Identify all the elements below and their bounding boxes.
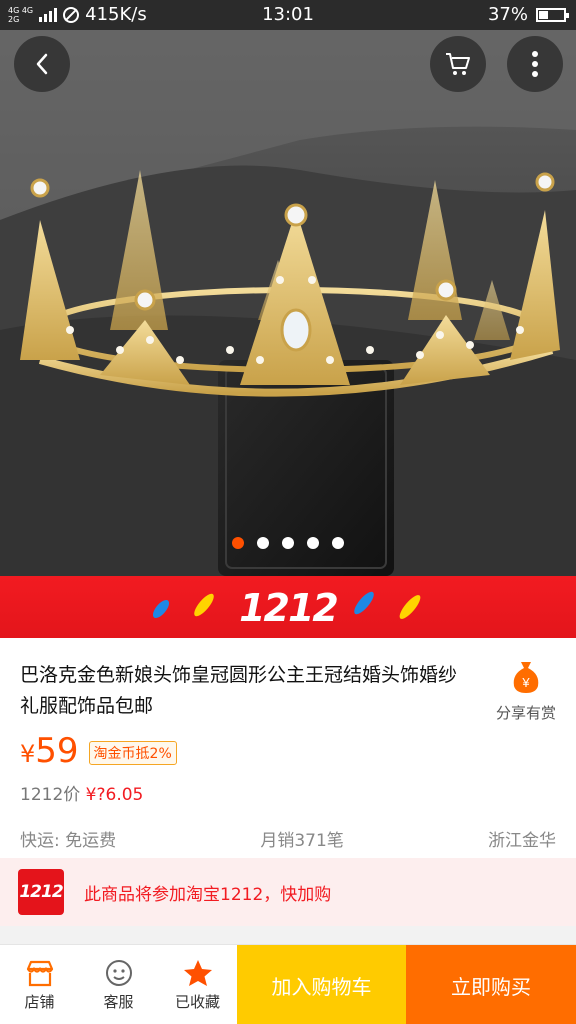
cart-button[interactable] [430,36,486,92]
battery-fill [539,10,548,19]
gallery-pagination [0,537,576,549]
gallery-dot[interactable] [232,537,244,549]
price-row: ¥59 淘金币抵2% [20,730,177,775]
currency-symbol: ¥ [20,740,36,768]
product-image-gallery[interactable] [0,30,576,576]
current-price: ¥59 [20,730,79,775]
shop-label: 店铺 [24,992,55,1011]
crown-product-image [0,30,576,576]
gallery-dot[interactable] [332,537,344,549]
customer-service-button[interactable]: 客服 [79,945,158,1024]
buy-now-button[interactable]: 立即购买 [406,945,576,1024]
price-value: 59 [35,731,79,771]
customer-service-icon [105,959,132,986]
favorite-button[interactable]: 已收藏 [158,945,237,1024]
promo-1212-banner[interactable]: 1212 [0,576,576,638]
gallery-dot[interactable] [307,537,319,549]
coin-discount-tag: 淘金币抵2% [88,740,177,765]
star-icon [183,959,212,986]
promo-text: 此商品将参加淘宝1212，快加购 [84,884,332,905]
back-arrow-icon [36,53,48,75]
shipping-info: 快运: 免运费 [20,831,117,851]
customer-service-label: 客服 [103,992,134,1011]
shop-button[interactable]: 店铺 [0,945,79,1024]
event-price-label: 1212价 [20,785,81,805]
event-price-value: ¥?6.05 [85,785,144,805]
money-bag-icon: ¥ [513,662,539,693]
favorite-label: 已收藏 [174,992,220,1011]
status-bar: 4G 4G 2G 415K/s 13:01 37% [0,0,576,30]
ship-from-location: 浙江金华 [488,831,556,851]
promo-1212-badge: 1212 [18,869,64,915]
feather-decoration [351,589,377,617]
more-vertical-icon [532,51,538,77]
shop-icon [26,960,53,986]
product-info-card: 巴洛克金色新娘头饰皇冠圆形公主王冠结婚头饰婚纱礼服配饰品包邮 ¥ 分享有赏 ¥5… [0,638,576,858]
monthly-sales: 月销371笔 [260,831,344,851]
battery-icon [536,7,569,22]
product-title: 巴洛克金色新娘头饰皇冠圆形公主王冠结婚头饰婚纱礼服配饰品包邮 [20,664,458,717]
more-button[interactable] [507,36,563,92]
share-label: 分享有赏 [495,704,556,722]
gallery-dot[interactable] [282,537,294,549]
feather-decoration [396,592,424,622]
svg-text:¥: ¥ [521,675,530,690]
share-reward-button[interactable]: ¥ 分享有赏 [488,660,564,723]
feather-decoration [191,591,217,619]
meta-row: 快运: 免运费 月销371笔 浙江金华 [20,826,556,851]
bottom-action-bar: 店铺 客服 已收藏 加入购物车 立即购买 [0,944,576,1024]
feather-decoration [150,597,172,621]
event-price-row: 1212价 ¥?6.05 [20,780,143,805]
status-right: 37% [487,4,569,25]
add-to-cart-button[interactable]: 加入购物车 [237,945,406,1024]
cart-icon [446,53,470,75]
back-button[interactable] [14,36,70,92]
promo-strip[interactable]: 1212 此商品将参加淘宝1212，快加购 [0,858,576,926]
banner-logo: 1212 [239,586,339,630]
battery-percent: 37% [487,4,528,25]
gallery-dot[interactable] [257,537,269,549]
